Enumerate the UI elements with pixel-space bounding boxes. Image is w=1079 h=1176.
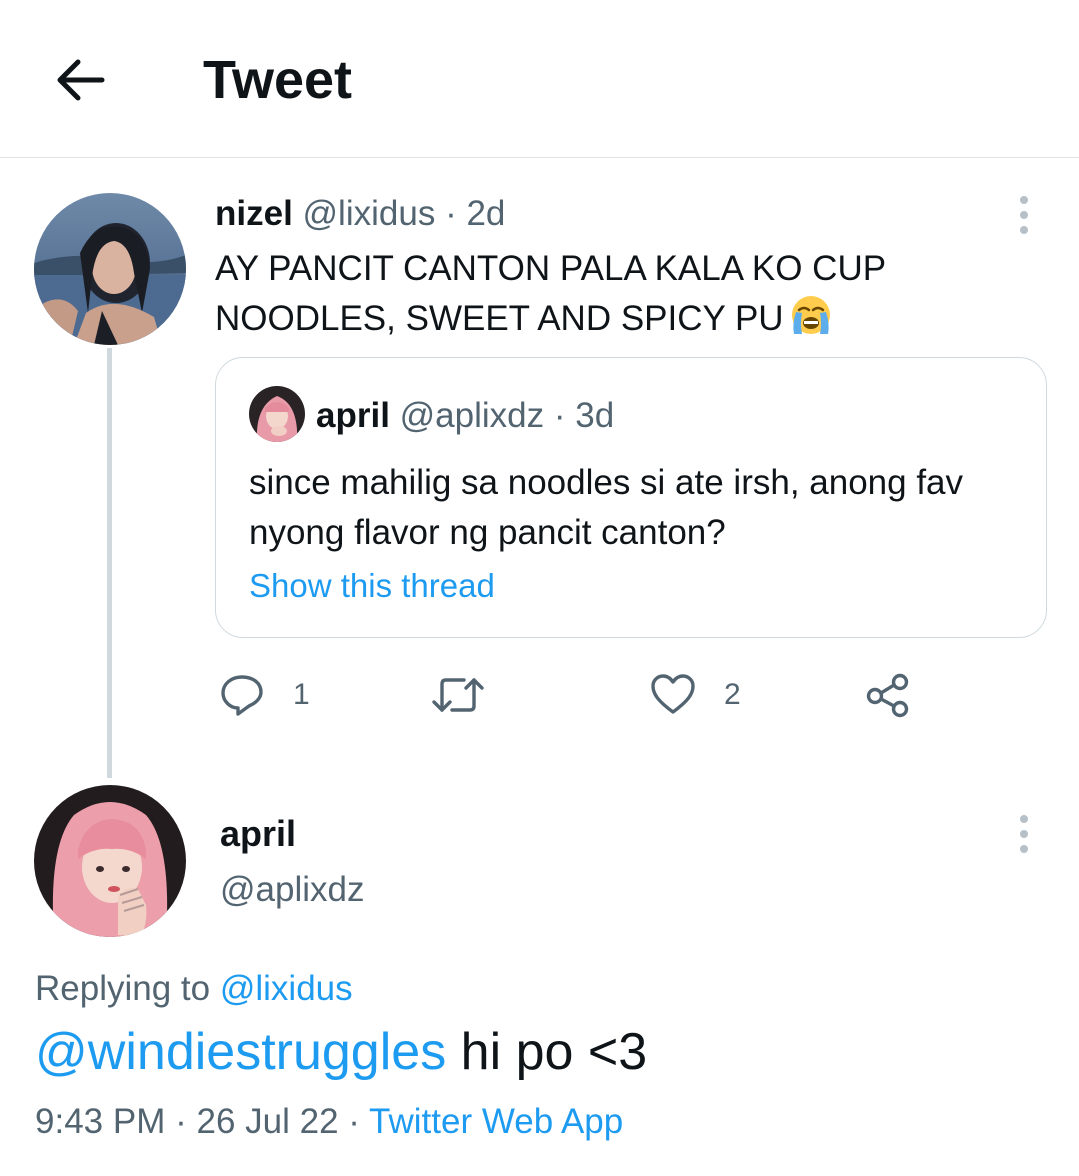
avatar-april-small[interactable] xyxy=(249,386,305,442)
reply-time[interactable]: 9:43 PM xyxy=(35,1102,165,1141)
share-icon xyxy=(866,673,909,718)
separator: · xyxy=(175,1102,187,1141)
more-dot-icon xyxy=(1020,845,1028,853)
more-dot-icon xyxy=(1020,226,1028,234)
avatar-april[interactable] xyxy=(34,785,186,937)
quoted-tweet-header: april @aplixdz · 3d xyxy=(316,395,614,437)
replying-to-handle-link[interactable]: @lixidus xyxy=(220,969,353,1008)
like-button[interactable]: 2 xyxy=(650,668,741,722)
reply-more-button[interactable] xyxy=(1009,809,1039,859)
more-dot-icon xyxy=(1020,830,1028,838)
reply-text: @windiestruggles hi po <3 xyxy=(35,1020,647,1084)
loudly-crying-face-icon xyxy=(790,294,832,350)
more-dot-icon xyxy=(1020,196,1028,204)
thread-line xyxy=(107,348,112,778)
reply-icon xyxy=(221,675,263,716)
separator: · xyxy=(445,194,457,233)
show-thread-link[interactable]: Show this thread xyxy=(249,566,495,606)
page-title: Tweet xyxy=(203,50,353,110)
reply-text-content: hi po <3 xyxy=(446,1023,648,1081)
reply-author-handle[interactable]: @aplixdz xyxy=(220,869,364,911)
tweet-author-handle[interactable]: @lixidus xyxy=(303,194,436,233)
heart-icon xyxy=(651,674,695,714)
retweet-icon xyxy=(432,678,484,712)
more-dot-icon xyxy=(1020,815,1028,823)
quoted-tweet-time[interactable]: 3d xyxy=(575,396,614,435)
mention-link[interactable]: @windiestruggles xyxy=(35,1023,446,1081)
back-button[interactable] xyxy=(50,50,110,110)
source-link[interactable]: Twitter Web App xyxy=(369,1102,623,1141)
replying-to-line: Replying to @lixidus xyxy=(35,967,353,1011)
tweet-text: AY PANCIT CANTON PALA KALA KO CUP NOODLE… xyxy=(215,244,1035,350)
share-button[interactable] xyxy=(864,668,912,722)
separator: · xyxy=(553,396,566,435)
separator: · xyxy=(348,1102,360,1141)
tweet-header: nizel @lixidus · 2d xyxy=(215,193,505,235)
tweet-metadata: 9:43 PM · 26 Jul 22 · Twitter Web App xyxy=(35,1100,623,1144)
quoted-author-handle[interactable]: @aplixdz xyxy=(400,396,544,435)
top-bar: Tweet xyxy=(0,0,1079,158)
reply-count: 1 xyxy=(293,678,310,711)
avatar-nizel[interactable] xyxy=(34,193,186,345)
like-count: 2 xyxy=(724,678,741,711)
reply-date[interactable]: 26 Jul 22 xyxy=(196,1102,338,1141)
tweet-text-content: AY PANCIT CANTON PALA KALA KO CUP NOODLE… xyxy=(215,249,886,338)
tweet-time[interactable]: 2d xyxy=(466,194,505,233)
retweet-button[interactable] xyxy=(430,668,514,722)
quoted-tweet-card[interactable]: april @aplixdz · 3d since mahilig sa noo… xyxy=(215,357,1047,638)
tweet-author-name[interactable]: nizel xyxy=(215,194,293,233)
reply-author-name[interactable]: april xyxy=(220,813,296,855)
arrow-left-icon xyxy=(57,59,105,101)
tweet-more-button[interactable] xyxy=(1009,190,1039,240)
quoted-tweet-text: since mahilig sa noodles si ate irsh, an… xyxy=(249,463,964,552)
replying-to-label: Replying to xyxy=(35,969,211,1008)
more-dot-icon xyxy=(1020,211,1028,219)
reply-button[interactable]: 1 xyxy=(219,668,310,722)
quoted-author-name[interactable]: april xyxy=(316,396,390,435)
